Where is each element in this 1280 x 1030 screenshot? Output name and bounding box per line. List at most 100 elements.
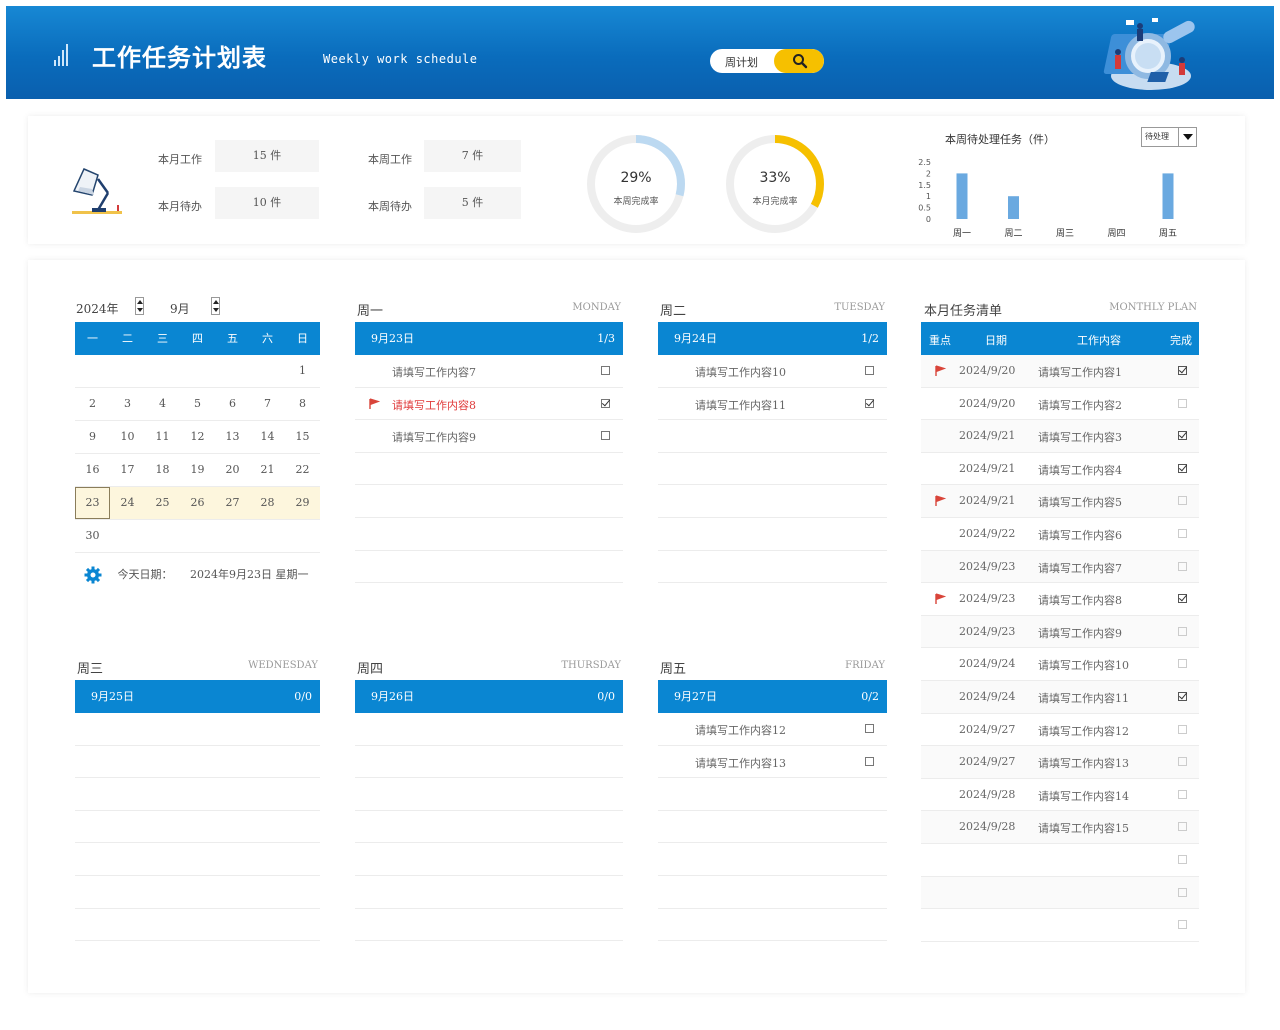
calendar-day[interactable]: 4 bbox=[145, 388, 180, 420]
monthly-task-text[interactable]: 请填写工作内容13 bbox=[1038, 755, 1129, 771]
calendar-empty-cell bbox=[145, 520, 180, 552]
calendar-day[interactable]: 3 bbox=[110, 388, 145, 420]
task-row bbox=[75, 811, 320, 844]
calendar-day[interactable]: 5 bbox=[180, 388, 215, 420]
monthly-task-checkbox[interactable] bbox=[1178, 398, 1187, 408]
task-text[interactable]: 请填写工作内容12 bbox=[695, 722, 786, 738]
calendar-day[interactable]: 10 bbox=[110, 421, 145, 453]
calendar-day[interactable]: 8 bbox=[285, 388, 320, 420]
monthly-task-text[interactable]: 请填写工作内容8 bbox=[1038, 592, 1122, 608]
monthly-task-checkbox[interactable] bbox=[1178, 463, 1187, 473]
calendar-day[interactable]: 30 bbox=[75, 520, 110, 552]
task-checkbox[interactable] bbox=[601, 366, 610, 375]
monthly-task-text[interactable]: 请填写工作内容6 bbox=[1038, 527, 1122, 543]
month-spinner[interactable] bbox=[211, 297, 220, 315]
calendar-day[interactable]: 12 bbox=[180, 421, 215, 453]
pending-filter-select[interactable]: 待处理 bbox=[1141, 127, 1197, 147]
monthly-task-checkbox[interactable] bbox=[1178, 561, 1187, 571]
calendar-day[interactable]: 9 bbox=[75, 421, 110, 453]
monthly-task-checkbox[interactable] bbox=[1178, 854, 1187, 864]
monthly-task-text[interactable]: 请填写工作内容14 bbox=[1038, 788, 1129, 804]
search-box[interactable]: 周计划 bbox=[710, 49, 824, 73]
task-text[interactable]: 请填写工作内容7 bbox=[392, 364, 476, 380]
day-task-list bbox=[355, 713, 623, 942]
calendar-day[interactable]: 21 bbox=[250, 454, 285, 486]
monthly-task-checkbox[interactable] bbox=[1178, 691, 1187, 701]
calendar-day[interactable]: 14 bbox=[250, 421, 285, 453]
monthly-task-date: 2024/9/23 bbox=[959, 624, 1016, 638]
monthly-task-text[interactable]: 请填写工作内容9 bbox=[1038, 625, 1122, 641]
y-tick-label: 1.5 bbox=[918, 181, 931, 190]
gear-icon[interactable] bbox=[84, 566, 102, 584]
dropdown-arrow-icon[interactable] bbox=[1178, 128, 1196, 146]
task-row bbox=[355, 485, 623, 518]
calendar-day[interactable]: 2 bbox=[75, 388, 110, 420]
calendar-day[interactable]: 23 bbox=[75, 487, 110, 519]
week-todo-label: 本周待办 bbox=[368, 200, 412, 213]
monthly-task-checkbox[interactable] bbox=[1178, 789, 1187, 799]
monthly-task-checkbox[interactable] bbox=[1178, 366, 1187, 375]
monthly-task-text[interactable]: 请填写工作内容11 bbox=[1038, 690, 1129, 706]
calendar-day[interactable]: 29 bbox=[285, 487, 320, 519]
monthly-task-text[interactable]: 请填写工作内容15 bbox=[1038, 820, 1129, 836]
task-checkbox[interactable] bbox=[601, 398, 610, 408]
monthly-task-checkbox[interactable] bbox=[1178, 626, 1187, 636]
calendar-day[interactable]: 7 bbox=[250, 388, 285, 420]
monthly-task-text[interactable]: 请填写工作内容12 bbox=[1038, 723, 1129, 739]
monthly-task-checkbox[interactable] bbox=[1178, 594, 1187, 604]
calendar-day[interactable]: 15 bbox=[285, 421, 320, 453]
calendar-day[interactable]: 19 bbox=[180, 454, 215, 486]
monthly-task-text[interactable]: 请填写工作内容7 bbox=[1038, 560, 1122, 576]
calendar-day[interactable]: 25 bbox=[145, 487, 180, 519]
task-checkbox[interactable] bbox=[865, 724, 874, 733]
task-row bbox=[355, 746, 623, 779]
task-text[interactable]: 请填写工作内容11 bbox=[695, 397, 786, 413]
task-text[interactable]: 请填写工作内容9 bbox=[392, 429, 476, 445]
task-text[interactable]: 请填写工作内容8 bbox=[392, 397, 476, 413]
task-checkbox[interactable] bbox=[601, 431, 610, 441]
calendar-day[interactable]: 24 bbox=[110, 487, 145, 519]
monthly-task-text[interactable]: 请填写工作内容5 bbox=[1038, 494, 1122, 510]
calendar-day[interactable]: 22 bbox=[285, 454, 320, 486]
monthly-task-checkbox[interactable] bbox=[1178, 822, 1187, 832]
monthly-task-text[interactable]: 请填写工作内容10 bbox=[1038, 657, 1129, 673]
calendar-day[interactable]: 20 bbox=[215, 454, 250, 486]
monthly-task-checkbox[interactable] bbox=[1178, 757, 1187, 767]
monthly-task-checkbox[interactable] bbox=[1178, 528, 1187, 538]
monthly-task-text[interactable]: 请填写工作内容1 bbox=[1038, 364, 1122, 380]
monthly-task-text[interactable]: 请填写工作内容3 bbox=[1038, 429, 1122, 445]
calendar-day[interactable]: 17 bbox=[110, 454, 145, 486]
calendar-day[interactable]: 18 bbox=[145, 454, 180, 486]
monthly-task-text[interactable]: 请填写工作内容2 bbox=[1038, 397, 1122, 413]
year-spinner[interactable] bbox=[135, 297, 144, 315]
monthly-task-checkbox[interactable] bbox=[1178, 659, 1187, 669]
calendar-day[interactable]: 13 bbox=[215, 421, 250, 453]
monthly-task-checkbox[interactable] bbox=[1178, 431, 1187, 441]
monthly-task-checkbox[interactable] bbox=[1178, 496, 1187, 506]
monthly-task-checkbox[interactable] bbox=[1178, 887, 1187, 897]
month-completion-donut: 33% 本月完成率 bbox=[725, 134, 825, 234]
search-button[interactable] bbox=[774, 49, 824, 73]
task-row: 请填写工作内容13 bbox=[658, 746, 887, 779]
day-english: TUESDAY bbox=[834, 302, 885, 313]
calendar-day[interactable]: 16 bbox=[75, 454, 110, 486]
monthly-task-text[interactable]: 请填写工作内容4 bbox=[1038, 462, 1122, 478]
calendar-grid: 1 2 3 4 5 6 7 8 9 10 11 12 13 14 15 16 17 18 19 20 21 22 23 24 2… bbox=[75, 355, 320, 553]
task-checkbox[interactable] bbox=[865, 398, 874, 408]
calendar-day[interactable]: 28 bbox=[250, 487, 285, 519]
monthly-task-checkbox[interactable] bbox=[1178, 920, 1187, 930]
monthly-task-checkbox[interactable] bbox=[1178, 724, 1187, 734]
monthly-task-date: 2024/9/24 bbox=[959, 689, 1016, 703]
day-progress-count: 0/0 bbox=[294, 690, 312, 703]
calendar-week-row: 9 10 11 12 13 14 15 bbox=[75, 421, 320, 454]
task-text[interactable]: 请填写工作内容13 bbox=[695, 755, 786, 771]
task-checkbox[interactable] bbox=[865, 756, 874, 766]
task-text[interactable]: 请填写工作内容10 bbox=[695, 364, 786, 380]
calendar-day[interactable]: 26 bbox=[180, 487, 215, 519]
search-input[interactable]: 周计划 bbox=[725, 54, 758, 70]
calendar-day[interactable]: 1 bbox=[285, 355, 320, 387]
task-checkbox[interactable] bbox=[865, 366, 874, 375]
calendar-day[interactable]: 6 bbox=[215, 388, 250, 420]
calendar-day[interactable]: 27 bbox=[215, 487, 250, 519]
calendar-day[interactable]: 11 bbox=[145, 421, 180, 453]
